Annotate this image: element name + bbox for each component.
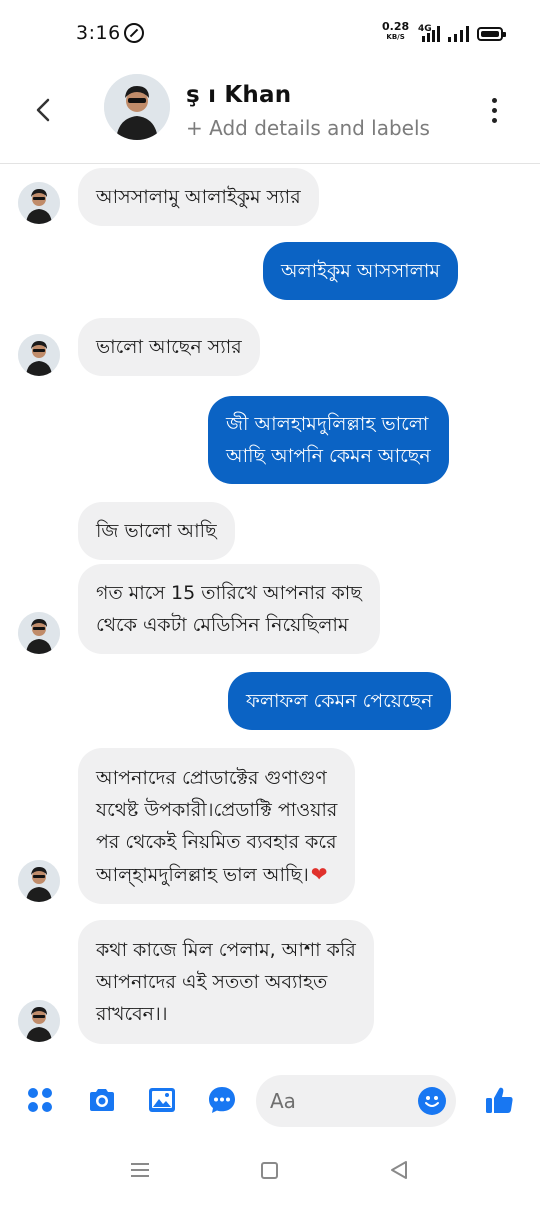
back-arrow-icon: [36, 98, 50, 122]
sender-avatar: [18, 860, 60, 902]
heart-emoji: ❤: [310, 861, 328, 886]
back-button[interactable]: [28, 94, 60, 126]
message-text: জি ভালো আছি: [96, 520, 217, 542]
sender-avatar: [18, 334, 60, 376]
camera-button[interactable]: [86, 1084, 118, 1116]
do-not-disturb-icon: [124, 23, 144, 43]
contact-name[interactable]: ş ı Khan: [186, 82, 291, 108]
sender-avatar: [18, 612, 60, 654]
status-time: 3:16: [76, 22, 121, 44]
status-bar: 3:16 0.28 KB/S 4G: [0, 0, 540, 68]
apps-grid-icon: [28, 1088, 52, 1112]
message-bubble-incoming[interactable]: ভালো আছেন স্যার: [78, 318, 260, 376]
message-list: আসসালামু আলাইকুম স্যার অলাইকুম আসসালাম ভ…: [0, 164, 540, 1064]
message-text: আপনাদের প্রোডাক্টের গুণাগুণ যথেষ্ট উপকার…: [96, 762, 337, 891]
message-composer: [0, 1072, 540, 1134]
network-speed: 0.28 KB/S: [382, 21, 409, 42]
sender-avatar: [18, 182, 60, 224]
nav-back-icon[interactable]: [389, 1160, 409, 1180]
emoji-button[interactable]: [418, 1087, 446, 1115]
message-input-container: [256, 1075, 456, 1127]
network-speed-unit: KB/S: [386, 33, 405, 41]
message-bubble-incoming[interactable]: গত মাসে 15 তারিখে আপনার কাছ থেকে একটা মে…: [78, 564, 380, 654]
message-bubble-outgoing[interactable]: অলাইকুম আসসালাম: [263, 242, 458, 300]
like-button[interactable]: [484, 1084, 516, 1116]
chat-options-button[interactable]: [206, 1084, 238, 1116]
contact-avatar[interactable]: [104, 74, 170, 140]
system-navigation-bar: [0, 1140, 540, 1206]
battery-icon: [477, 27, 506, 41]
chat-options-icon: [209, 1087, 235, 1113]
apps-button[interactable]: [24, 1084, 56, 1116]
emoji-icon: [425, 1096, 439, 1107]
nav-home-icon[interactable]: [261, 1162, 278, 1179]
message-bubble-incoming[interactable]: জি ভালো আছি: [78, 502, 235, 560]
message-bubble-outgoing[interactable]: জী আলহামদুলিল্লাহ ভালো আছি আপনি কেমন আছে…: [208, 396, 449, 484]
camera-icon: [90, 1089, 114, 1111]
gallery-icon: [149, 1088, 175, 1112]
message-input[interactable]: [270, 1085, 410, 1117]
add-details-link[interactable]: + Add details and labels: [186, 116, 430, 140]
signal-strength-2-icon: [448, 26, 470, 42]
message-bubble-incoming[interactable]: কথা কাজে মিল পেলাম, আশা করি আপনাদের এই স…: [78, 920, 374, 1044]
message-text: ভালো আছেন স্যার: [96, 336, 242, 358]
nav-menu-icon[interactable]: [131, 1162, 149, 1178]
message-bubble-outgoing[interactable]: ফলাফল কেমন পেয়েছেন: [228, 672, 451, 730]
message-text: অলাইকুম আসসালাম: [281, 260, 440, 282]
sender-avatar: [18, 1000, 60, 1042]
message-text: আসসালামু আলাইকুম স্যার: [96, 186, 301, 208]
message-text: ফলাফল কেমন পেয়েছেন: [246, 690, 433, 712]
gallery-button[interactable]: [146, 1084, 178, 1116]
more-options-button[interactable]: [486, 98, 502, 126]
message-body: আপনাদের প্রোডাক্টের গুণাগুণ যথেষ্ট উপকার…: [96, 766, 338, 886]
message-text: গত মাসে 15 তারিখে আপনার কাছ থেকে একটা মে…: [96, 582, 362, 636]
signal-strength-icon: [422, 26, 440, 42]
message-text: জী আলহামদুলিল্লাহ ভালো আছি আপনি কেমন আছে…: [226, 413, 431, 467]
thumbs-up-icon: [486, 1087, 513, 1113]
chat-header: ş ı Khan + Add details and labels: [0, 68, 540, 164]
message-bubble-incoming[interactable]: আসসালামু আলাইকুম স্যার: [78, 168, 319, 226]
message-text: কথা কাজে মিল পেলাম, আশা করি আপনাদের এই স…: [96, 939, 356, 1025]
message-bubble-incoming[interactable]: আপনাদের প্রোডাক্টের গুণাগুণ যথেষ্ট উপকার…: [78, 748, 356, 904]
